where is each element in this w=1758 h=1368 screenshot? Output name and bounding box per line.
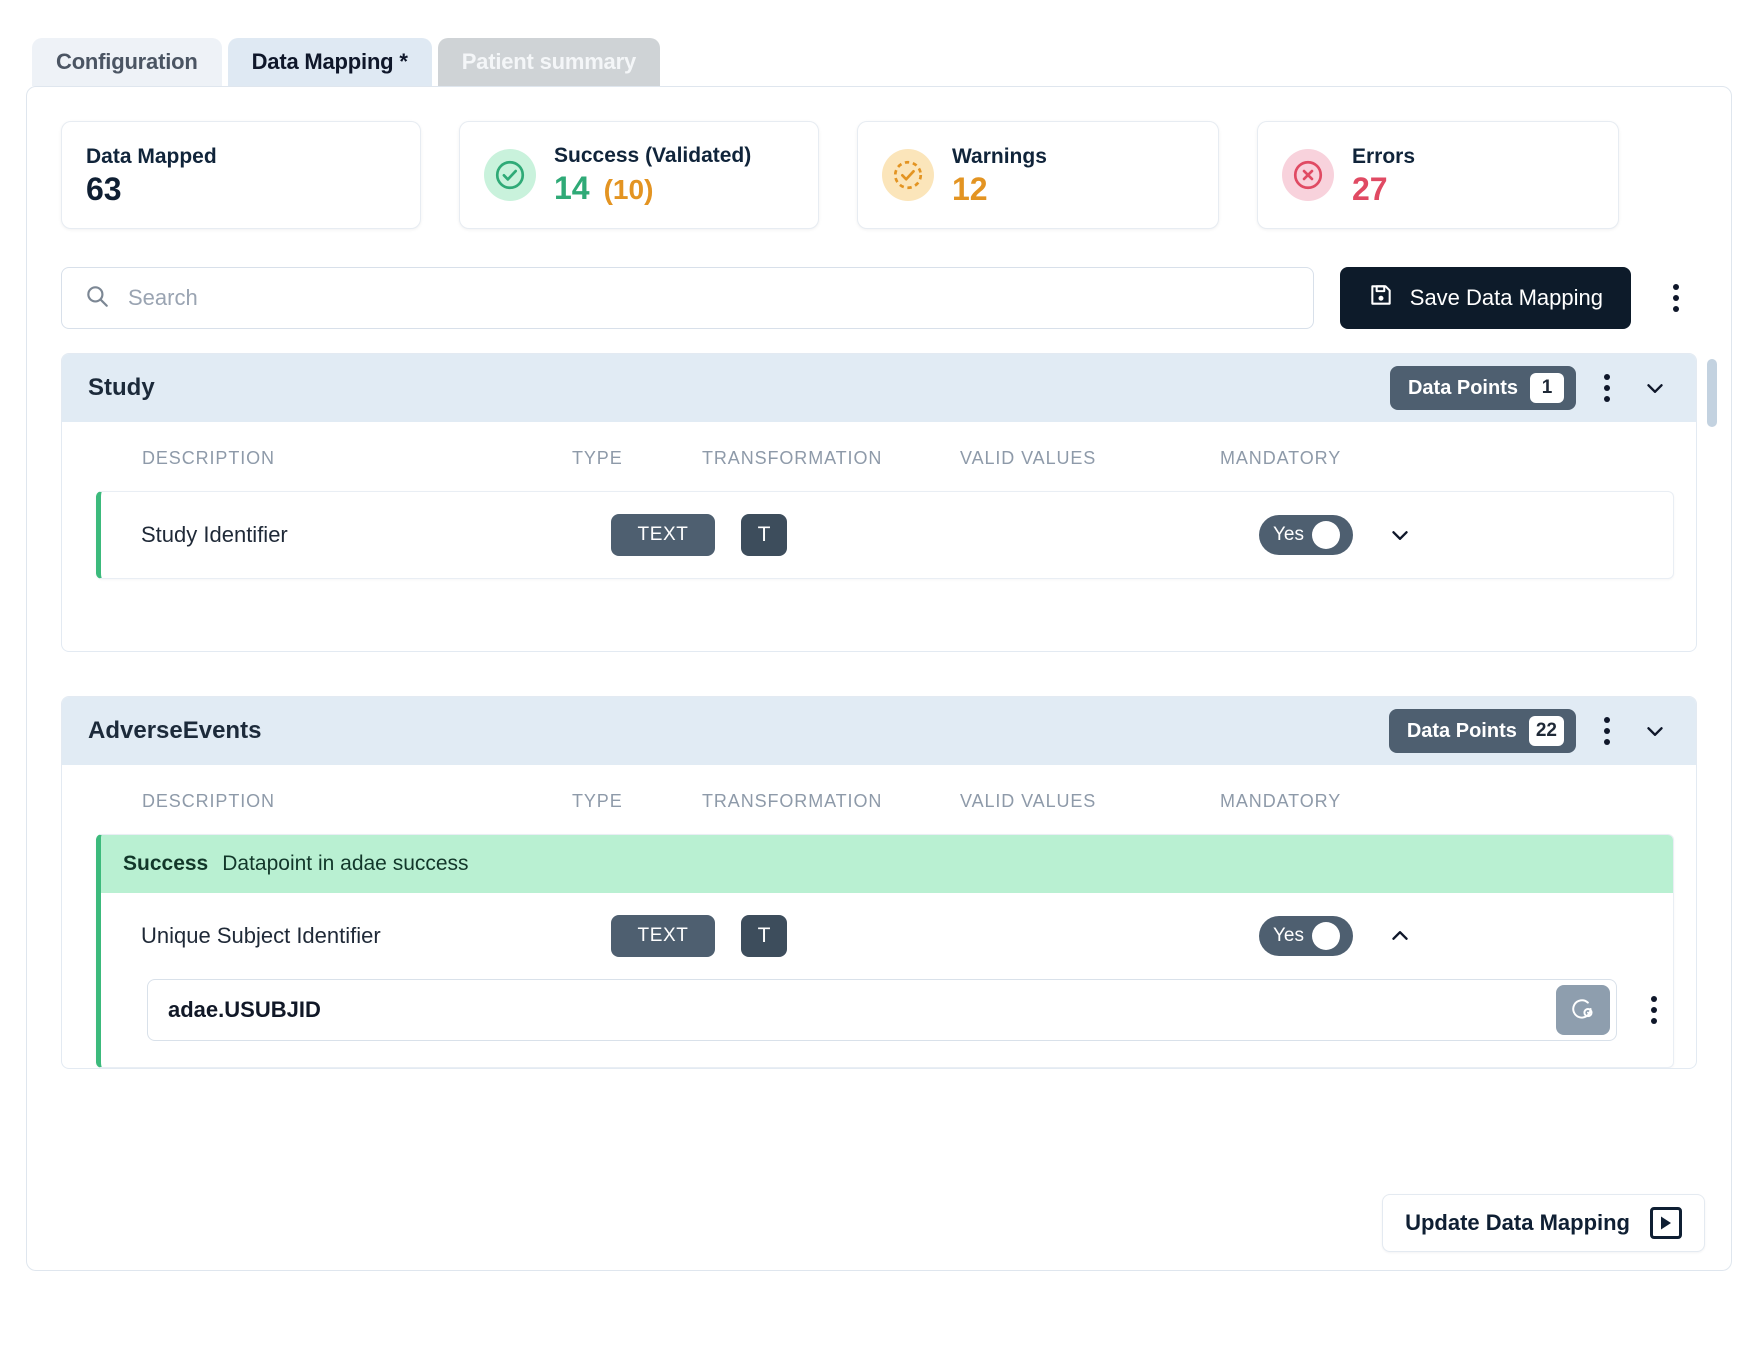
- row-description: Study Identifier: [141, 522, 288, 547]
- stat-errors-label: Errors: [1352, 145, 1416, 168]
- row-mapping-editor: adae.USUBJID: [101, 979, 1673, 1067]
- groups-scroll-area: Study Data Points 1 DESCRIPTION TYPE TRA…: [27, 353, 1731, 1153]
- stats-row: Data Mapped 63 Success (Validated) 14 (1…: [27, 87, 1731, 229]
- row-transformation-text-icon[interactable]: T: [741, 514, 787, 556]
- header-description: DESCRIPTION: [142, 791, 275, 811]
- header-valid-values: VALID VALUES: [960, 448, 1097, 468]
- status-banner-status: Success: [123, 852, 209, 875]
- toolbar: Save Data Mapping: [27, 229, 1731, 329]
- data-mapping-panel: Data Mapped 63 Success (Validated) 14 (1…: [26, 86, 1732, 1271]
- save-data-mapping-button[interactable]: Save Data Mapping: [1339, 267, 1631, 329]
- row-description: Unique Subject Identifier: [141, 923, 381, 948]
- group-study-more-options-icon[interactable]: [1588, 363, 1626, 413]
- stat-data-mapped-value: 63: [86, 171, 122, 207]
- group-study: Study Data Points 1 DESCRIPTION TYPE TRA…: [61, 353, 1697, 652]
- toggle-knob: [1312, 521, 1340, 549]
- row-transformation-text-icon[interactable]: T: [741, 915, 787, 957]
- stat-card-warnings: Warnings 12: [857, 121, 1219, 229]
- stat-success-value: 14: [554, 170, 590, 206]
- stat-card-data-mapped: Data Mapped 63: [61, 121, 421, 229]
- table-row[interactable]: Study Identifier TEXT T Yes: [96, 491, 1674, 579]
- group-study-chevron-down-icon[interactable]: [1638, 371, 1672, 405]
- stat-warnings-label: Warnings: [952, 145, 1047, 168]
- vertical-scrollbar[interactable]: [1707, 359, 1717, 1139]
- stat-data-mapped-label: Data Mapped: [86, 145, 217, 168]
- header-transformation: TRANSFORMATION: [702, 791, 883, 811]
- stat-errors-value: 27: [1352, 171, 1388, 207]
- stat-card-errors: Errors 27: [1257, 121, 1619, 229]
- update-data-mapping-button[interactable]: Update Data Mapping: [1382, 1194, 1705, 1252]
- toolbar-more-options-icon[interactable]: [1657, 273, 1695, 323]
- data-points-count: 22: [1528, 716, 1564, 746]
- row-type-pill: TEXT: [611, 915, 715, 957]
- group-study-header[interactable]: Study Data Points 1: [62, 354, 1696, 422]
- header-mandatory: MANDATORY: [1220, 448, 1342, 468]
- row-mandatory-toggle-label: Yes: [1273, 925, 1304, 946]
- stat-card-success: Success (Validated) 14 (10): [459, 121, 819, 229]
- mapping-more-options-icon[interactable]: [1635, 985, 1673, 1035]
- status-banner-message: Datapoint in adae success: [222, 852, 469, 875]
- data-points-label: Data Points: [1407, 376, 1518, 399]
- data-points-label: Data Points: [1406, 719, 1517, 742]
- data-points-count: 1: [1530, 373, 1564, 403]
- save-disk-icon: [1368, 282, 1394, 314]
- group-adverse-events-data-points-badge: Data Points 22: [1388, 709, 1576, 753]
- group-adverse-events-header[interactable]: AdverseEvents Data Points 22: [62, 697, 1696, 765]
- mapping-value-field[interactable]: adae.USUBJID: [147, 979, 1617, 1041]
- group-adverse-events-more-options-icon[interactable]: [1588, 706, 1626, 756]
- update-data-mapping-label: Update Data Mapping: [1405, 1210, 1630, 1235]
- tab-data-mapping[interactable]: Data Mapping *: [227, 38, 432, 86]
- error-x-circle-icon: [1282, 149, 1334, 201]
- search-box[interactable]: [61, 267, 1314, 329]
- group-study-table-header: DESCRIPTION TYPE TRANSFORMATION VALID VA…: [62, 422, 1696, 491]
- header-valid-values: VALID VALUES: [960, 791, 1097, 811]
- search-icon: [84, 283, 110, 314]
- row-expand-chevron-down-icon[interactable]: [1383, 518, 1417, 552]
- header-transformation: TRANSFORMATION: [702, 448, 883, 468]
- group-adverse-events-chevron-down-icon[interactable]: [1638, 714, 1672, 748]
- header-mandatory: MANDATORY: [1220, 791, 1342, 811]
- row-mandatory-toggle-label: Yes: [1273, 524, 1304, 545]
- scrollbar-thumb[interactable]: [1707, 359, 1717, 427]
- header-type: TYPE: [572, 448, 623, 468]
- stat-success-label: Success (Validated): [554, 144, 752, 167]
- preview-data-icon[interactable]: [1556, 985, 1610, 1035]
- group-study-data-points-badge: Data Points 1: [1389, 366, 1576, 410]
- stat-warnings-value: 12: [952, 171, 988, 207]
- row-type-pill: TEXT: [611, 514, 715, 556]
- stat-success-sub-value: (10): [603, 174, 654, 205]
- check-circle-icon: [484, 149, 536, 201]
- toggle-knob: [1312, 922, 1340, 950]
- group-adverse-events: AdverseEvents Data Points 22 DESCRIPTION…: [61, 696, 1697, 1069]
- tab-patient-summary[interactable]: Patient summary: [437, 38, 660, 86]
- row-collapse-chevron-up-icon[interactable]: [1383, 919, 1417, 953]
- group-study-title: Study: [88, 374, 155, 401]
- table-row[interactable]: Success Datapoint in adae success Unique…: [96, 834, 1674, 1068]
- tab-patient-summary-label: Patient summary: [461, 49, 636, 74]
- group-adverse-events-table-header: DESCRIPTION TYPE TRANSFORMATION VALID VA…: [62, 765, 1696, 834]
- save-data-mapping-label: Save Data Mapping: [1409, 285, 1603, 310]
- tab-bar: Configuration Data Mapping * Patient sum…: [0, 0, 1758, 86]
- play-arrow-icon: [1650, 1207, 1682, 1239]
- row-mandatory-toggle[interactable]: Yes: [1259, 916, 1353, 956]
- tab-data-mapping-label: Data Mapping *: [251, 49, 408, 74]
- header-description: DESCRIPTION: [142, 448, 275, 468]
- search-input[interactable]: [126, 284, 1291, 312]
- header-type: TYPE: [572, 791, 623, 811]
- status-banner-success: Success Datapoint in adae success: [101, 835, 1673, 893]
- warning-dashed-check-icon: [882, 149, 934, 201]
- row-mandatory-toggle[interactable]: Yes: [1259, 515, 1353, 555]
- tab-configuration[interactable]: Configuration: [32, 38, 222, 86]
- footer-actions: Update Data Mapping: [1382, 1194, 1705, 1252]
- tab-configuration-label: Configuration: [56, 49, 198, 74]
- mapping-value-text: adae.USUBJID: [168, 997, 321, 1022]
- group-adverse-events-title: AdverseEvents: [88, 717, 262, 744]
